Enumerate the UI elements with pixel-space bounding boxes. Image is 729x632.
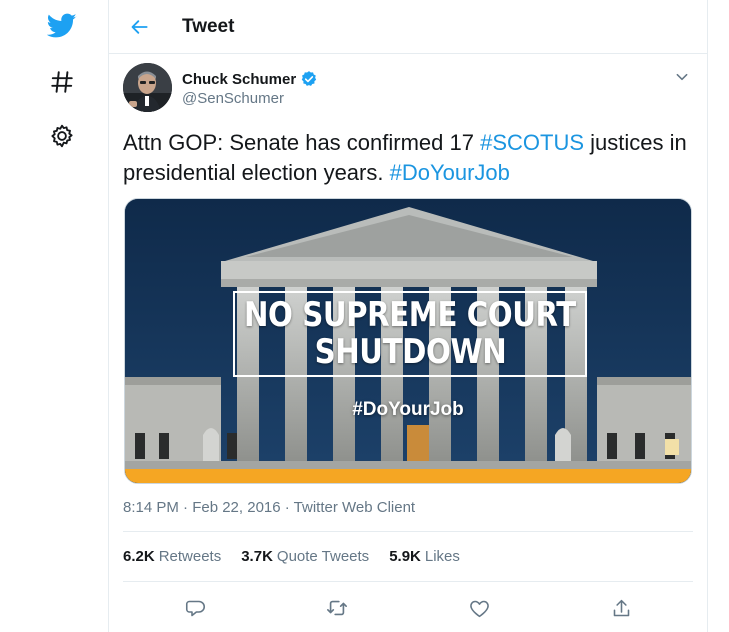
share-icon <box>613 599 629 616</box>
chevron-down-icon <box>676 73 688 81</box>
tweet-options-button[interactable] <box>671 66 693 88</box>
retweets-stat[interactable]: 6.2K Retweets <box>123 548 221 570</box>
banner-box: NO SUPREME COURT SHUTDOWN <box>233 291 587 377</box>
reply-icon <box>185 600 205 616</box>
author-handle: @SenSchumer <box>182 90 284 107</box>
tweet-media-image[interactable]: NO SUPREME COURT SHUTDOWN #DoYourJob <box>124 198 692 484</box>
retweet-button[interactable] <box>323 594 351 622</box>
banner-line: NO SUPREME COURT <box>244 295 576 335</box>
avatar-image <box>123 63 172 112</box>
hashtag-link-doyourjob[interactable]: #DoYourJob <box>390 160 510 185</box>
hashtag-icon <box>51 71 73 93</box>
stat-count: 6.2K <box>123 548 155 565</box>
likes-stat[interactable]: 5.9K Likes <box>389 548 460 570</box>
arrow-left-icon <box>131 20 148 34</box>
client-link[interactable]: Twitter Web Client <box>294 499 415 516</box>
stat-label: Quote Tweets <box>276 548 370 565</box>
divider <box>123 581 693 582</box>
side-nav <box>0 0 108 632</box>
tweet-text: Attn GOP: Senate has confirmed 17 #SCOTU… <box>123 128 698 188</box>
author-name[interactable]: Chuck Schumer <box>182 70 318 88</box>
tweet-metadata: 8:14 PM · Feb 22, 2016 · Twitter Web Cli… <box>123 499 415 516</box>
stat-label: Retweets <box>158 548 222 565</box>
tweet-actions <box>123 594 693 622</box>
stat-label: Likes <box>424 548 460 565</box>
verified-badge-icon <box>301 71 317 86</box>
stat-count: 3.7K <box>241 548 273 565</box>
gear-icon <box>51 124 73 148</box>
nav-explore[interactable] <box>44 64 80 100</box>
retweet-icon <box>327 600 347 616</box>
share-button[interactable] <box>607 594 635 622</box>
banner-line: SHUTDOWN <box>314 332 506 372</box>
hashtag-link-scotus[interactable]: #SCOTUS <box>480 130 584 155</box>
nav-settings[interactable] <box>44 118 80 154</box>
reply-button[interactable] <box>181 594 209 622</box>
twitter-logo-link[interactable] <box>44 8 80 44</box>
engagement-stats: 6.2K Retweets 3.7K Quote Tweets 5.9K Likes <box>123 548 460 570</box>
author-name-text: Chuck Schumer <box>182 70 297 88</box>
page-header: Tweet <box>109 0 707 54</box>
meta-separator: · <box>280 499 294 516</box>
timestamp-link[interactable]: 8:14 PM · Feb 22, 2016 <box>123 499 281 516</box>
twitter-bird-icon <box>47 13 77 38</box>
like-icon <box>469 600 489 617</box>
page-title: Tweet <box>182 16 235 37</box>
stat-count: 5.9K <box>389 548 421 565</box>
back-button[interactable] <box>123 10 157 44</box>
like-button[interactable] <box>465 594 493 622</box>
media-hashtag-text: #DoYourJob <box>352 399 464 420</box>
quote-tweets-stat[interactable]: 3.7K Quote Tweets <box>241 548 369 570</box>
tweet-column: Tweet Chuck Schumer @SenSchumer Attn GOP… <box>108 0 708 632</box>
divider <box>123 531 693 532</box>
avatar[interactable] <box>123 63 172 112</box>
tweet-text-part: Attn GOP: Senate has confirmed 17 <box>123 130 481 155</box>
